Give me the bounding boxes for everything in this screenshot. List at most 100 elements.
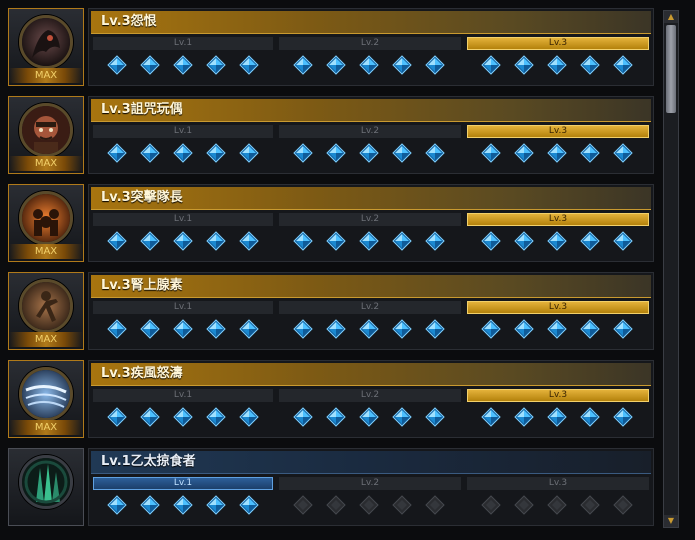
blue-gem-icon bbox=[206, 407, 226, 427]
blue-gem-icon bbox=[481, 319, 501, 339]
skill-row[interactable]: MAX Lv.3腎上腺素 Lv.1 Lv.2 Lv.3 bbox=[8, 272, 654, 350]
skill-icon-frame[interactable] bbox=[8, 448, 84, 526]
tier-3[interactable]: Lv.3 bbox=[467, 37, 649, 83]
tier-label: Lv.2 bbox=[279, 125, 461, 138]
locked-gem-icon bbox=[392, 495, 412, 515]
scroll-down-arrow-icon[interactable]: ▼ bbox=[664, 515, 678, 527]
skill-row[interactable]: MAX Lv.3疾風怒濤 Lv.1 Lv.2 Lv.3 bbox=[8, 360, 654, 438]
cursed-doll-icon bbox=[22, 106, 70, 154]
tier-2[interactable]: Lv.2 bbox=[279, 125, 461, 171]
tier-1[interactable]: Lv.1 bbox=[93, 213, 273, 259]
tier-1[interactable]: Lv.1 bbox=[93, 477, 273, 523]
locked-gem-icon bbox=[293, 495, 313, 515]
blue-gem-icon bbox=[206, 55, 226, 75]
tier-2[interactable]: Lv.2 bbox=[279, 213, 461, 259]
blue-gem-icon bbox=[173, 55, 193, 75]
tier-3[interactable]: Lv.3 bbox=[467, 301, 649, 347]
tier-group: Lv.1 Lv.2 Lv.3 bbox=[93, 477, 649, 523]
tier-3[interactable]: Lv.3 bbox=[467, 125, 649, 171]
tier-1[interactable]: Lv.1 bbox=[93, 301, 273, 347]
gem-row bbox=[93, 55, 273, 79]
skill-icon-frame[interactable]: MAX bbox=[8, 96, 84, 174]
scrollbar[interactable]: ▲ ▼ bbox=[663, 10, 679, 528]
tier-label: Lv.2 bbox=[279, 477, 461, 490]
skill-row[interactable]: Lv.1乙太掠食者 Lv.1 Lv.2 Lv.3 bbox=[8, 448, 654, 526]
tier-label: Lv.3 bbox=[467, 37, 649, 50]
skill-panel: Lv.1乙太掠食者 Lv.1 Lv.2 Lv.3 bbox=[88, 448, 654, 526]
blue-gem-icon bbox=[514, 407, 534, 427]
blue-gem-icon bbox=[613, 143, 633, 163]
blue-gem-icon bbox=[481, 231, 501, 251]
blue-gem-icon bbox=[107, 319, 127, 339]
blue-gem-icon bbox=[547, 143, 567, 163]
tier-label: Lv.1 bbox=[93, 37, 273, 50]
blue-gem-icon bbox=[359, 143, 379, 163]
blue-gem-icon bbox=[392, 55, 412, 75]
skill-row[interactable]: MAX Lv.3詛咒玩偶 Lv.1 Lv.2 Lv.3 bbox=[8, 96, 654, 174]
gem-row bbox=[279, 143, 461, 167]
max-badge: MAX bbox=[9, 156, 83, 171]
gem-row bbox=[93, 231, 273, 255]
skill-name: Lv.3怨恨 bbox=[101, 14, 157, 29]
blue-gem-icon bbox=[140, 55, 160, 75]
locked-gem-icon bbox=[481, 495, 501, 515]
tier-1[interactable]: Lv.1 bbox=[93, 125, 273, 171]
blue-gem-icon bbox=[326, 143, 346, 163]
tier-label: Lv.3 bbox=[467, 389, 649, 402]
skill-icon-ring bbox=[19, 15, 73, 69]
blue-gem-icon bbox=[547, 55, 567, 75]
skill-row[interactable]: MAX Lv.3怨恨 Lv.1 Lv.2 Lv.3 bbox=[8, 8, 654, 86]
tier-1[interactable]: Lv.1 bbox=[93, 37, 273, 83]
skill-panel: Lv.3詛咒玩偶 Lv.1 Lv.2 Lv.3 bbox=[88, 96, 654, 174]
blue-gem-icon bbox=[173, 319, 193, 339]
tier-label: Lv.2 bbox=[279, 301, 461, 314]
skill-title-bar: Lv.1乙太掠食者 bbox=[91, 451, 651, 474]
wraith-icon bbox=[22, 18, 70, 66]
blue-gem-icon bbox=[580, 319, 600, 339]
locked-gem-icon bbox=[514, 495, 534, 515]
blue-gem-icon bbox=[293, 319, 313, 339]
skill-icon-ring bbox=[19, 279, 73, 333]
tier-3[interactable]: Lv.3 bbox=[467, 389, 649, 435]
blue-gem-icon bbox=[173, 143, 193, 163]
skill-icon-frame[interactable]: MAX bbox=[8, 272, 84, 350]
skill-icon-frame[interactable]: MAX bbox=[8, 184, 84, 262]
tier-3[interactable]: Lv.3 bbox=[467, 213, 649, 259]
gem-row bbox=[279, 55, 461, 79]
blue-gem-icon bbox=[293, 55, 313, 75]
gem-row bbox=[279, 319, 461, 343]
gem-row bbox=[467, 407, 649, 431]
blue-gem-icon bbox=[326, 231, 346, 251]
tier-2[interactable]: Lv.2 bbox=[279, 301, 461, 347]
scroll-up-arrow-icon[interactable]: ▲ bbox=[664, 11, 678, 23]
skill-row[interactable]: MAX Lv.3突擊隊長 Lv.1 Lv.2 Lv.3 bbox=[8, 184, 654, 262]
blue-gem-icon bbox=[326, 407, 346, 427]
skill-panel: Lv.3腎上腺素 Lv.1 Lv.2 Lv.3 bbox=[88, 272, 654, 350]
skill-name: Lv.3詛咒玩偶 bbox=[101, 102, 183, 117]
blue-gem-icon bbox=[173, 407, 193, 427]
tier-3[interactable]: Lv.3 bbox=[467, 477, 649, 523]
tier-2[interactable]: Lv.2 bbox=[279, 477, 461, 523]
blue-gem-icon bbox=[206, 495, 226, 515]
blue-gem-icon bbox=[326, 319, 346, 339]
blue-gem-icon bbox=[140, 231, 160, 251]
blue-gem-icon bbox=[425, 55, 445, 75]
blue-gem-icon bbox=[547, 231, 567, 251]
scroll-thumb[interactable] bbox=[666, 25, 676, 113]
blue-gem-icon bbox=[107, 407, 127, 427]
tier-2[interactable]: Lv.2 bbox=[279, 37, 461, 83]
skill-panel: Lv.3疾風怒濤 Lv.1 Lv.2 Lv.3 bbox=[88, 360, 654, 438]
locked-gem-icon bbox=[580, 495, 600, 515]
tier-2[interactable]: Lv.2 bbox=[279, 389, 461, 435]
gem-row bbox=[467, 495, 649, 519]
blue-gem-icon bbox=[107, 495, 127, 515]
skill-icon-ring bbox=[19, 103, 73, 157]
tier-group: Lv.1 Lv.2 Lv.3 bbox=[93, 213, 649, 259]
tier-1[interactable]: Lv.1 bbox=[93, 389, 273, 435]
skill-icon-frame[interactable]: MAX bbox=[8, 360, 84, 438]
tier-group: Lv.1 Lv.2 Lv.3 bbox=[93, 301, 649, 347]
blue-gem-icon bbox=[239, 319, 259, 339]
tier-group: Lv.1 Lv.2 Lv.3 bbox=[93, 37, 649, 83]
blue-gem-icon bbox=[107, 143, 127, 163]
skill-icon-frame[interactable]: MAX bbox=[8, 8, 84, 86]
